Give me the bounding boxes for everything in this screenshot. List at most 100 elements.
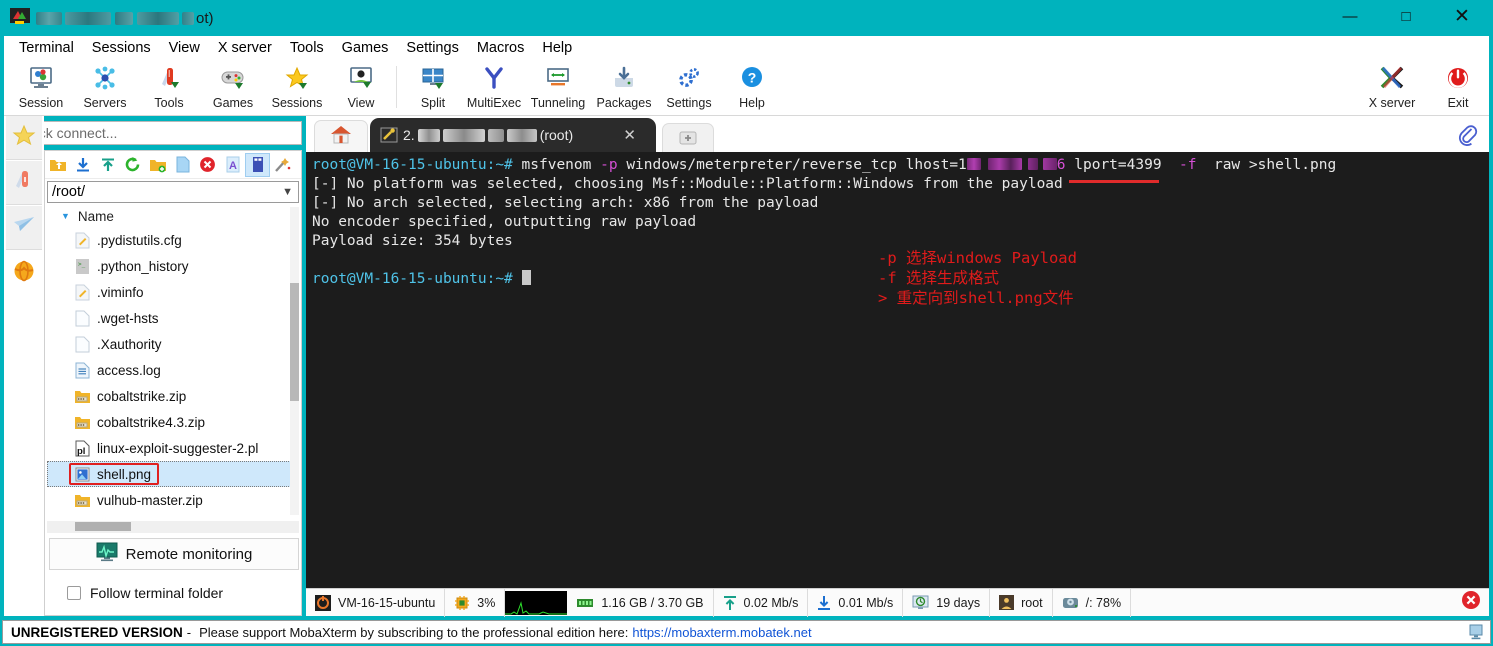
toolbar-button-settings[interactable]: Settings	[654, 63, 724, 110]
mobaxterm-link[interactable]: https://mobaxterm.mobatek.net	[632, 625, 811, 640]
scrollbar-thumb[interactable]	[75, 522, 131, 531]
toolbar-button-x-server[interactable]: X server	[1357, 63, 1427, 110]
menu-item-terminal[interactable]: Terminal	[10, 38, 83, 58]
rail-item-send[interactable]	[6, 206, 42, 250]
favorites-star-icon	[11, 123, 37, 152]
tab-active-session[interactable]: 2. (root) ✕	[370, 118, 656, 152]
list-item[interactable]: .Xauthority	[47, 331, 299, 357]
toolbar-button-tunneling[interactable]: Tunneling	[523, 63, 593, 110]
monitor-icon[interactable]	[1468, 624, 1484, 645]
list-item[interactable]: cobaltstrike4.3.zip	[47, 409, 299, 435]
toolbar-button-games[interactable]: Games	[198, 63, 268, 110]
toolbar-label: Games	[212, 96, 254, 110]
new-tab-button[interactable]	[662, 123, 714, 152]
status-host[interactable]: VM-16-15-ubuntu	[306, 588, 446, 617]
list-item[interactable]: cobaltstrike.zip	[47, 383, 299, 409]
toolbar-button-servers[interactable]: Servers	[70, 63, 140, 110]
list-item[interactable]: pl linux-exploit-suggester-2.pl	[47, 435, 299, 461]
status-uptime[interactable]: 19 days	[903, 588, 991, 617]
menu-item-macros[interactable]: Macros	[468, 38, 534, 58]
menu-item-settings[interactable]: Settings	[397, 38, 467, 58]
toolbar-button-session[interactable]: Session	[6, 63, 76, 110]
toolbar-button-exit[interactable]: Exit	[1423, 63, 1493, 110]
follow-terminal-folder-row[interactable]: Follow terminal folder	[67, 585, 223, 601]
sftp-file-list[interactable]: ▼ Name .pydistutils.cfg >_ .python_histo…	[47, 205, 299, 517]
status-download[interactable]: 0.01 Mb/s	[808, 588, 904, 617]
close-session-icon[interactable]	[1461, 590, 1481, 615]
list-item[interactable]: access.log	[47, 357, 299, 383]
permissions-wand-icon[interactable]	[270, 153, 295, 177]
toolbar-button-tools[interactable]: Tools	[134, 63, 204, 110]
terminal-output[interactable]: root@VM-16-15-ubuntu:~# msfvenom -p wind…	[306, 152, 1489, 588]
toolbar-label: Split	[420, 96, 446, 110]
follow-terminal-folder-checkbox[interactable]	[67, 586, 81, 600]
delete-icon[interactable]	[195, 153, 220, 177]
menu-item-view[interactable]: View	[160, 38, 209, 58]
refresh-icon[interactable]	[120, 153, 145, 177]
file-list-hscrollbar[interactable]	[47, 521, 299, 533]
list-item[interactable]: vulhub-master.zip	[47, 487, 299, 513]
file-name: cobaltstrike.zip	[97, 388, 187, 404]
tunneling-icon	[523, 63, 593, 93]
download-icon[interactable]	[70, 153, 95, 177]
remote-monitoring-button[interactable]: Remote monitoring	[49, 538, 299, 570]
status-disk[interactable]: /: 78%	[1053, 588, 1132, 617]
menu-item-games[interactable]: Games	[333, 38, 398, 58]
list-item[interactable]: .viminfo	[47, 279, 299, 305]
close-button[interactable]: ✕	[1439, 0, 1485, 32]
toolbar-label: View	[347, 96, 375, 110]
redacted-block	[987, 158, 1022, 170]
menu-item-sessions[interactable]: Sessions	[83, 38, 160, 58]
rail-item-tools[interactable]	[6, 161, 42, 205]
tab-close-icon[interactable]: ✕	[623, 126, 636, 144]
status-ram[interactable]: 1.16 GB / 3.70 GB	[567, 588, 714, 617]
list-item[interactable]: >_ .python_history	[47, 253, 299, 279]
paperclip-icon[interactable]	[1457, 124, 1479, 146]
chevron-down-icon[interactable]: ▼	[282, 186, 293, 198]
svg-text:>_: >_	[78, 261, 86, 268]
zip-file-icon	[73, 413, 91, 431]
scrollbar-thumb[interactable]	[290, 283, 299, 401]
text-file-icon	[73, 283, 91, 301]
toolbar-button-multiexec[interactable]: MultiExec	[459, 63, 529, 110]
split-icon	[398, 63, 468, 93]
status-cpu[interactable]: 3%	[445, 588, 506, 617]
menu-item-tools[interactable]: Tools	[281, 38, 333, 58]
terminal-command-line: root@VM-16-15-ubuntu:~# msfvenom -p wind…	[312, 156, 1489, 175]
redacted-block	[417, 128, 440, 142]
toolbar-button-sessions[interactable]: Sessions	[262, 63, 332, 110]
toolbar-button-packages[interactable]: Packages	[589, 63, 659, 110]
sessions-star-icon	[262, 63, 332, 93]
list-item[interactable]: .wget-hsts	[47, 305, 299, 331]
menu-item-help[interactable]: Help	[533, 38, 581, 58]
list-item-selected[interactable]: shell.png	[47, 461, 299, 487]
file-list-header[interactable]: ▼ Name	[47, 205, 299, 227]
toolbar-button-split[interactable]: Split	[398, 63, 468, 110]
sftp-path-input[interactable]: /root/ ▼	[47, 181, 299, 203]
tab-home[interactable]	[314, 120, 368, 152]
new-file-icon[interactable]	[170, 153, 195, 177]
menu-item-x-server[interactable]: X server	[209, 38, 281, 58]
parent-folder-icon[interactable]	[45, 153, 70, 177]
minimize-button[interactable]: —	[1327, 0, 1373, 32]
rail-item-globe[interactable]	[6, 251, 42, 295]
toolbar-label: Tools	[154, 96, 184, 110]
binary-mode-icon[interactable]	[245, 152, 270, 177]
cpu-activity-graph	[505, 590, 568, 615]
status-upload[interactable]: 0.02 Mb/s	[714, 588, 809, 617]
toolbar-button-help[interactable]: ? Help	[717, 63, 787, 110]
host-icon	[315, 594, 331, 611]
toolbar-button-view[interactable]: View	[326, 63, 396, 110]
home-icon	[329, 123, 353, 150]
new-folder-icon[interactable]	[145, 153, 170, 177]
list-item[interactable]: .pydistutils.cfg	[47, 227, 299, 253]
file-list-scrollbar[interactable]	[290, 207, 299, 515]
unregistered-label: UNREGISTERED VERSION	[11, 624, 183, 640]
upload-icon[interactable]	[95, 153, 120, 177]
rail-item-favorites[interactable]	[6, 116, 42, 160]
status-user[interactable]: root	[990, 588, 1053, 617]
sftp-toolbar: A	[45, 151, 301, 179]
maximize-button[interactable]: □	[1383, 0, 1429, 32]
text-mode-icon[interactable]: A	[220, 153, 245, 177]
quick-connect-input[interactable]: Quick connect...	[8, 121, 302, 145]
